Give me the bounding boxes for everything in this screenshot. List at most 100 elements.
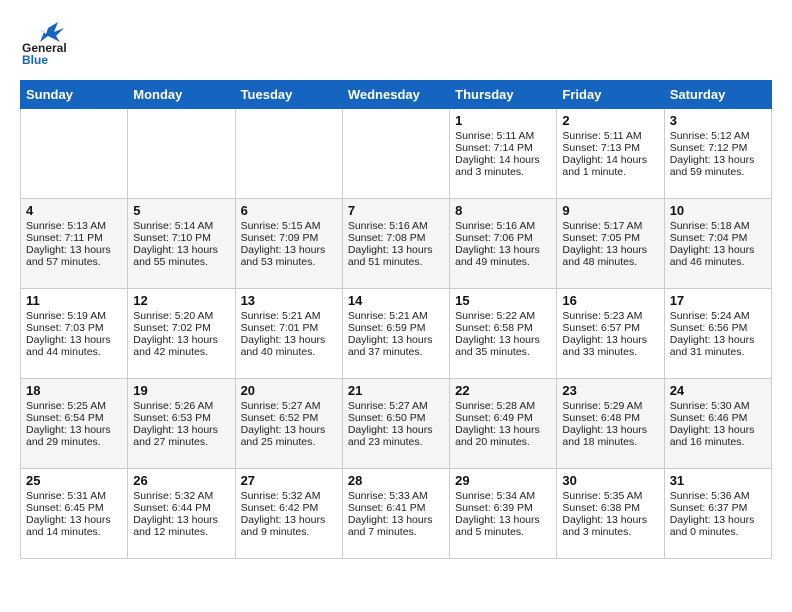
sunrise-text: Sunrise: 5:26 AM [133, 400, 213, 412]
sunrise-text: Sunrise: 5:35 AM [562, 490, 642, 502]
calendar-cell: 28Sunrise: 5:33 AMSunset: 6:41 PMDayligh… [342, 469, 449, 559]
sunrise-text: Sunrise: 5:21 AM [241, 310, 321, 322]
calendar-cell: 24Sunrise: 5:30 AMSunset: 6:46 PMDayligh… [664, 379, 771, 469]
calendar-cell [128, 109, 235, 199]
calendar-cell: 26Sunrise: 5:32 AMSunset: 6:44 PMDayligh… [128, 469, 235, 559]
sunrise-text: Sunrise: 5:36 AM [670, 490, 750, 502]
calendar-cell: 18 Sunrise: 5:25 AMSunset: 6:54 PMDayligh… [21, 379, 128, 469]
sunset-text: Sunset: 6:58 PM [455, 322, 533, 334]
calendar-cell: 3 Sunrise: 5:12 AMSunset: 7:12 PMDaylight… [664, 109, 771, 199]
calendar-cell: 20Sunrise: 5:27 AMSunset: 6:52 PMDayligh… [235, 379, 342, 469]
day-number: 16 [562, 293, 658, 308]
sunrise-text: Sunrise: 5:11 AM [455, 130, 534, 142]
sunrise-text: Sunrise: 5:25 AM [26, 400, 106, 412]
day-number: 14 [348, 293, 444, 308]
sunrise-text: Sunrise: 5:30 AM [670, 400, 750, 412]
day-number: 6 [241, 203, 337, 218]
sunrise-text: Sunrise: 5:18 AM [670, 220, 750, 232]
logo-icon: General Blue [20, 20, 70, 65]
sunset-text: Sunset: 6:48 PM [562, 412, 640, 424]
sunrise-text: Sunrise: 5:28 AM [455, 400, 535, 412]
sunset-text: Sunset: 6:49 PM [455, 412, 533, 424]
sunrise-text: Sunrise: 5:27 AM [241, 400, 321, 412]
column-header-tuesday: Tuesday [235, 81, 342, 109]
daylight-text: Daylight: 13 hours and 12 minutes. [133, 514, 218, 538]
day-number: 28 [348, 473, 444, 488]
sunrise-text: Sunrise: 5:12 AM [670, 130, 750, 142]
daylight-text: Daylight: 13 hours and 59 minutes. [670, 154, 755, 178]
daylight-text: Daylight: 13 hours and 29 minutes. [26, 424, 111, 448]
sunset-text: Sunset: 7:01 PM [241, 322, 319, 334]
day-number: 17 [670, 293, 766, 308]
day-number: 20 [241, 383, 337, 398]
day-number: 26 [133, 473, 229, 488]
sunset-text: Sunset: 7:12 PM [670, 142, 748, 154]
sunset-text: Sunset: 7:14 PM [455, 142, 533, 154]
daylight-text: Daylight: 13 hours and 27 minutes. [133, 424, 218, 448]
sunrise-text: Sunrise: 5:19 AM [26, 310, 106, 322]
calendar-cell: 25Sunrise: 5:31 AMSunset: 6:45 PMDayligh… [21, 469, 128, 559]
calendar-cell: 27Sunrise: 5:32 AMSunset: 6:42 PMDayligh… [235, 469, 342, 559]
column-header-friday: Friday [557, 81, 664, 109]
day-number: 7 [348, 203, 444, 218]
day-number: 24 [670, 383, 766, 398]
daylight-text: Daylight: 13 hours and 33 minutes. [562, 334, 647, 358]
calendar-cell: 22Sunrise: 5:28 AMSunset: 6:49 PMDayligh… [450, 379, 557, 469]
day-number: 18 [26, 383, 122, 398]
calendar-cell: 8Sunrise: 5:16 AMSunset: 7:06 PMDaylight… [450, 199, 557, 289]
day-number: 15 [455, 293, 551, 308]
sunrise-text: Sunrise: 5:21 AM [348, 310, 428, 322]
calendar-cell: 30 Sunrise: 5:35 AMSunset: 6:38 PMDayligh… [557, 469, 664, 559]
sunset-text: Sunset: 7:08 PM [348, 232, 426, 244]
sunset-text: Sunset: 6:41 PM [348, 502, 426, 514]
column-header-sunday: Sunday [21, 81, 128, 109]
calendar-cell: 14 Sunrise: 5:21 AMSunset: 6:59 PMDayligh… [342, 289, 449, 379]
svg-text:Blue: Blue [22, 53, 48, 65]
day-number: 27 [241, 473, 337, 488]
day-number: 10 [670, 203, 766, 218]
day-number: 30 [562, 473, 658, 488]
day-number: 25 [26, 473, 122, 488]
sunset-text: Sunset: 7:11 PM [26, 232, 103, 244]
calendar-cell: 7Sunrise: 5:16 AMSunset: 7:08 PMDaylight… [342, 199, 449, 289]
page-header: General Blue [20, 20, 772, 70]
day-number: 4 [26, 203, 122, 218]
sunrise-text: Sunrise: 5:22 AM [455, 310, 535, 322]
calendar-week-3: 11Sunrise: 5:19 AMSunset: 7:03 PMDayligh… [21, 289, 772, 379]
calendar-cell: 4Sunrise: 5:13 AMSunset: 7:11 PMDaylight… [21, 199, 128, 289]
sunset-text: Sunset: 6:56 PM [670, 322, 748, 334]
day-number: 3 [670, 113, 766, 128]
day-number: 31 [670, 473, 766, 488]
sunset-text: Sunset: 7:05 PM [562, 232, 640, 244]
day-number: 12 [133, 293, 229, 308]
calendar-cell: 13Sunrise: 5:21 AMSunset: 7:01 PMDayligh… [235, 289, 342, 379]
sunset-text: Sunset: 6:38 PM [562, 502, 640, 514]
sunset-text: Sunset: 6:59 PM [348, 322, 426, 334]
sunrise-text: Sunrise: 5:20 AM [133, 310, 213, 322]
daylight-text: Daylight: 13 hours and 3 minutes. [562, 514, 647, 538]
calendar-week-5: 25Sunrise: 5:31 AMSunset: 6:45 PMDayligh… [21, 469, 772, 559]
calendar-cell: 15 Sunrise: 5:22 AMSunset: 6:58 PMDayligh… [450, 289, 557, 379]
sunrise-text: Sunrise: 5:17 AM [562, 220, 642, 232]
daylight-text: Daylight: 13 hours and 9 minutes. [241, 514, 326, 538]
sunrise-text: Sunrise: 5:15 AM [241, 220, 321, 232]
sunrise-text: Sunrise: 5:14 AM [133, 220, 213, 232]
daylight-text: Daylight: 13 hours and 42 minutes. [133, 334, 218, 358]
calendar-cell [21, 109, 128, 199]
calendar-cell: 17Sunrise: 5:24 AMSunset: 6:56 PMDayligh… [664, 289, 771, 379]
column-header-thursday: Thursday [450, 81, 557, 109]
sunset-text: Sunset: 6:54 PM [26, 412, 104, 424]
column-header-wednesday: Wednesday [342, 81, 449, 109]
day-number: 13 [241, 293, 337, 308]
sunset-text: Sunset: 6:53 PM [133, 412, 211, 424]
calendar-cell: 11Sunrise: 5:19 AMSunset: 7:03 PMDayligh… [21, 289, 128, 379]
daylight-text: Daylight: 13 hours and 5 minutes. [455, 514, 540, 538]
logo: General Blue [20, 20, 70, 70]
daylight-text: Daylight: 13 hours and 37 minutes. [348, 334, 433, 358]
daylight-text: Daylight: 13 hours and 35 minutes. [455, 334, 540, 358]
sunrise-text: Sunrise: 5:13 AM [26, 220, 106, 232]
sunrise-text: Sunrise: 5:16 AM [348, 220, 428, 232]
day-number: 5 [133, 203, 229, 218]
sunrise-text: Sunrise: 5:23 AM [562, 310, 642, 322]
calendar-cell: 1Sunrise: 5:11 AMSunset: 7:14 PMDaylight… [450, 109, 557, 199]
